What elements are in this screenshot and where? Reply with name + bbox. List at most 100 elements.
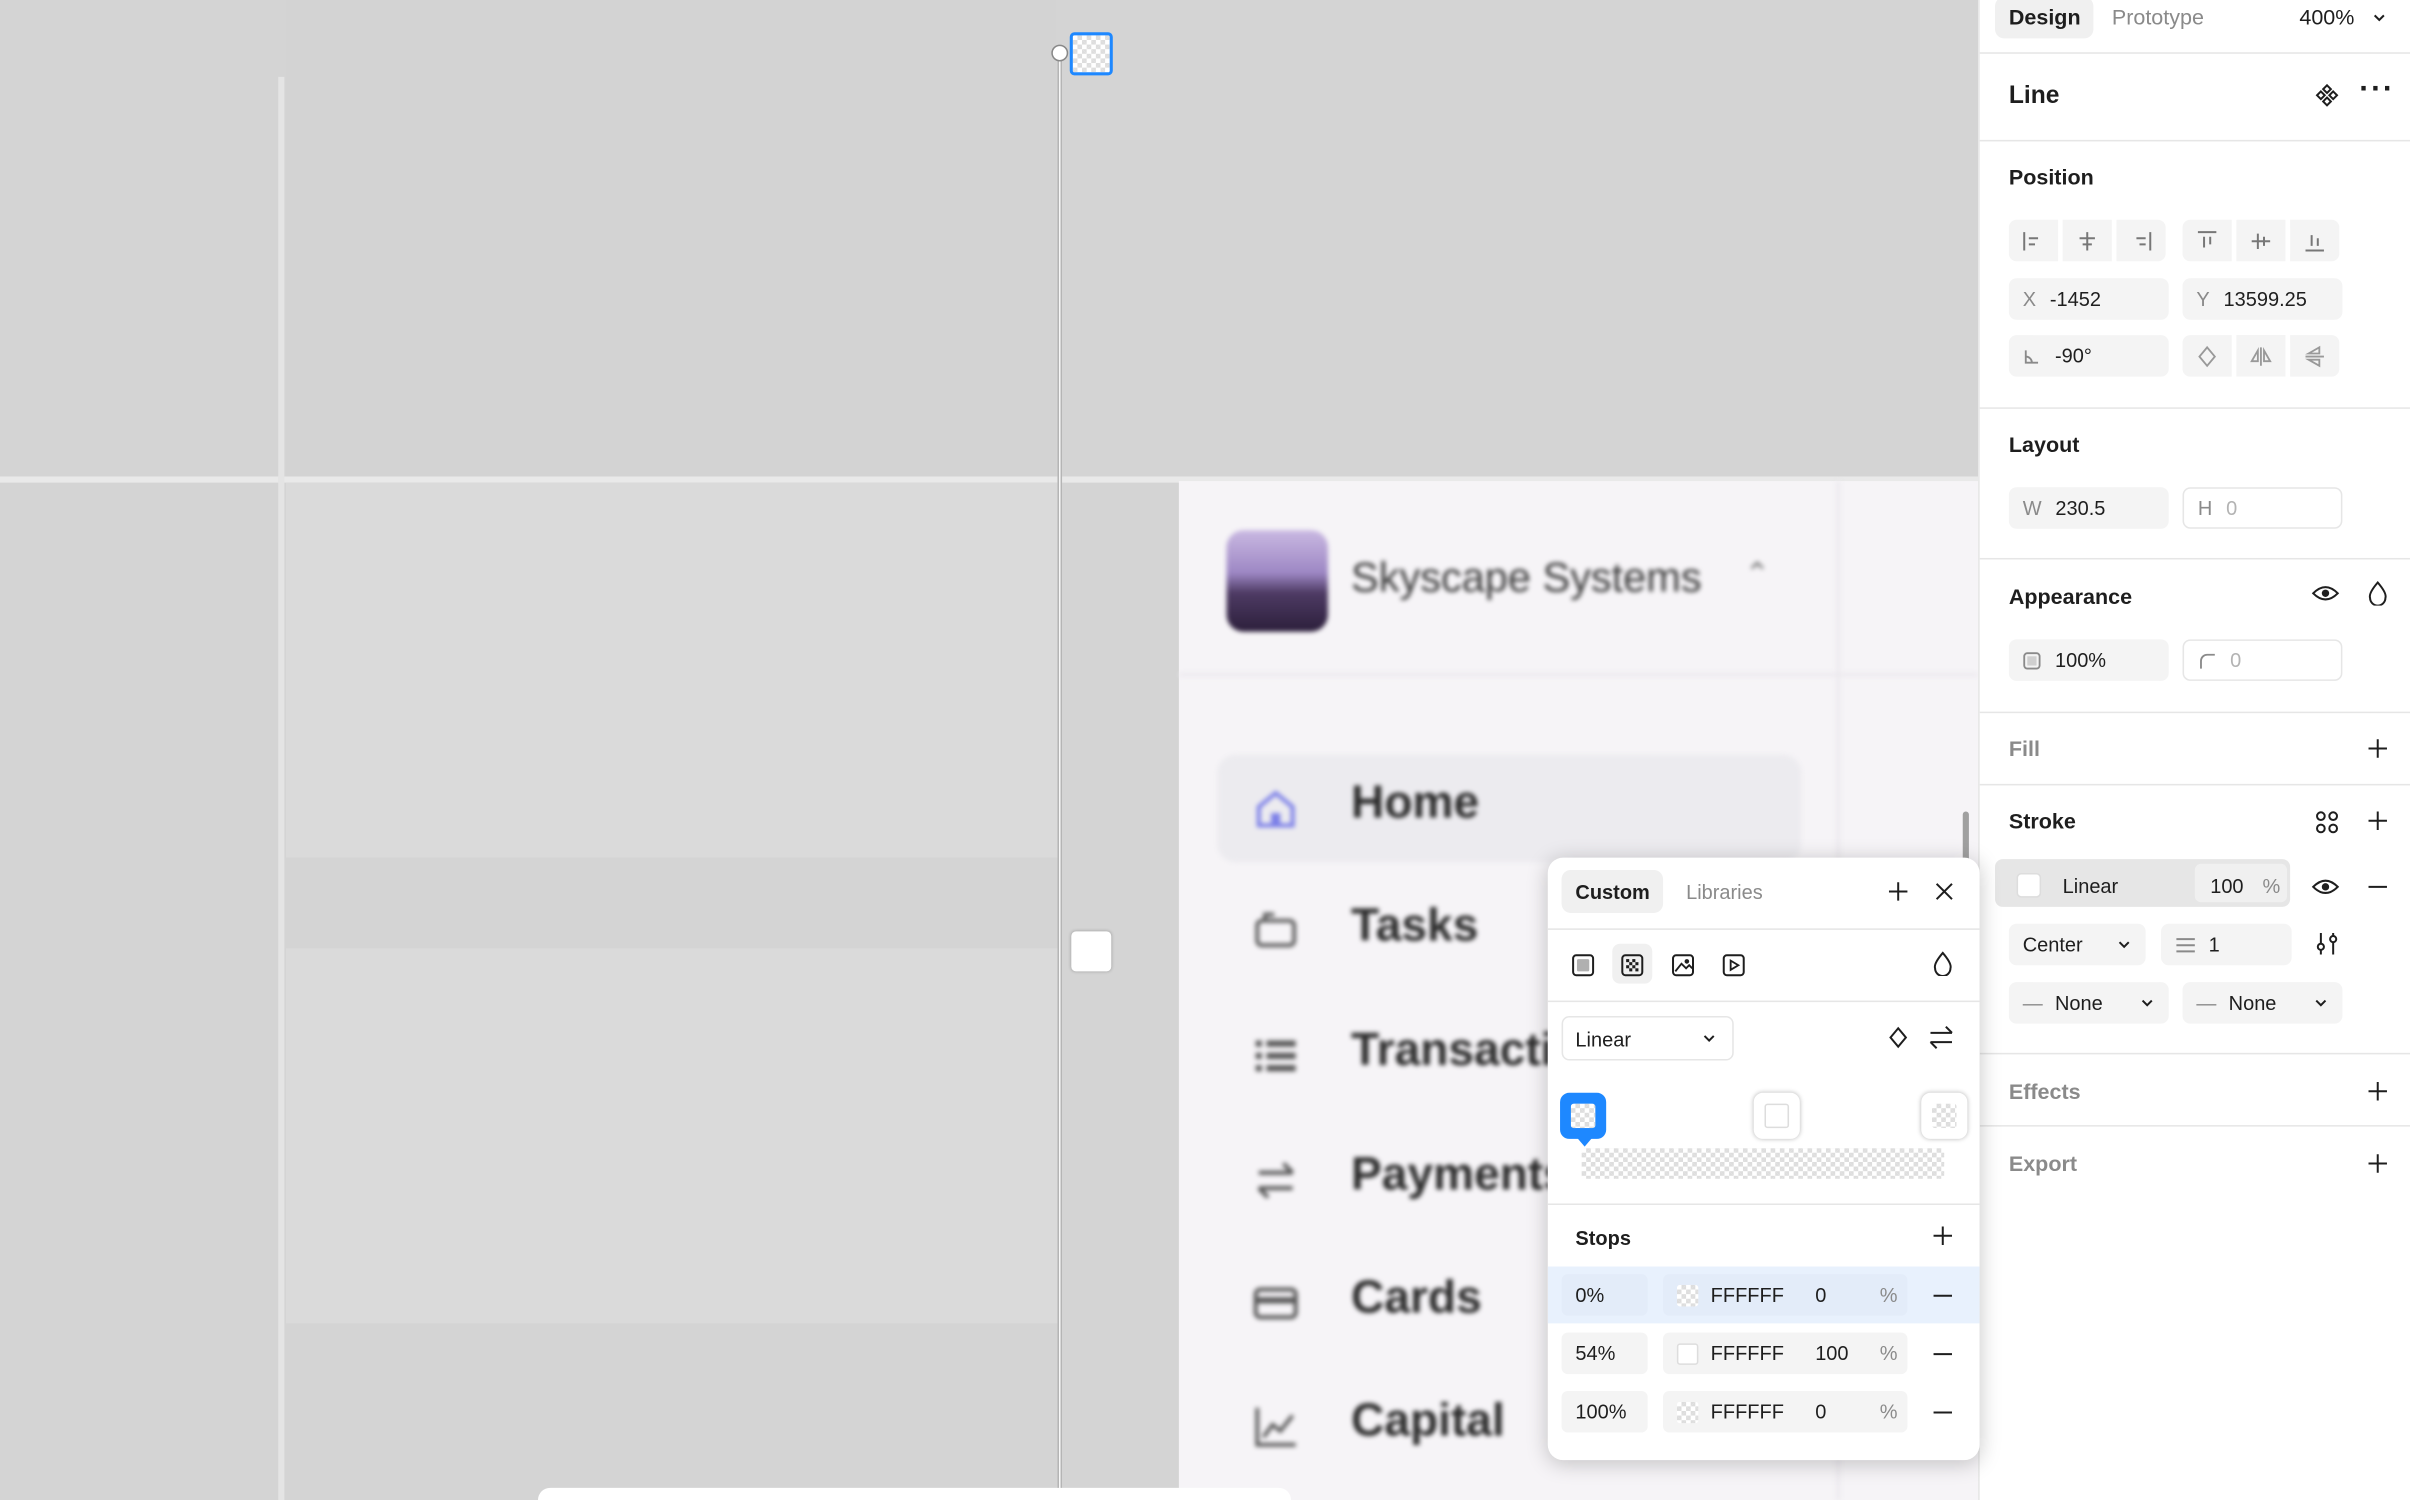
stop-color-field[interactable]: FFFFFF 100 % xyxy=(1663,1332,1908,1375)
appearance-title: Appearance xyxy=(2008,584,2133,609)
nav-item-home[interactable]: Home xyxy=(1351,778,1479,830)
add-stop-icon[interactable] xyxy=(1932,1225,1954,1247)
y-field[interactable]: Y 13599.25 xyxy=(2182,278,2343,320)
stop-position-field[interactable]: 54% xyxy=(1561,1332,1648,1375)
stroke-align-select[interactable]: Center xyxy=(2008,923,2146,966)
tab-libraries[interactable]: Libraries xyxy=(1686,881,1763,904)
nav-item-payments[interactable]: Payments xyxy=(1351,1150,1569,1202)
style-library-icon[interactable] xyxy=(2315,810,2340,835)
flip-horizontal-button[interactable] xyxy=(2236,335,2286,377)
stop-row-2[interactable]: 100% FFFFFF 0 % xyxy=(1548,1383,1980,1440)
nav-item-transactions[interactable]: Transacti xyxy=(1351,1025,1553,1077)
align-center-h-button[interactable] xyxy=(2062,219,2112,262)
stroke-title: Stroke xyxy=(2008,808,2076,834)
appearance-section: Appearance 100% 0 xyxy=(1979,559,2410,714)
stop-hex: FFFFFF xyxy=(1710,1400,1784,1424)
gradient-stop-1[interactable] xyxy=(1753,1092,1800,1139)
solid-paint-icon[interactable] xyxy=(1571,953,1596,978)
gradient-type-value: Linear xyxy=(1575,1028,1631,1052)
x-field[interactable]: X -1452 xyxy=(2008,278,2169,320)
stroke-eye-icon[interactable] xyxy=(2311,876,2340,898)
gradient-mid-handle[interactable] xyxy=(1071,931,1112,972)
flip-gradient-icon[interactable] xyxy=(1927,1025,1955,1050)
more-options-icon[interactable]: ··· xyxy=(2359,72,2394,107)
stroke-swatch[interactable] xyxy=(2016,873,2042,898)
eye-icon[interactable] xyxy=(2311,583,2340,605)
add-stroke-icon[interactable] xyxy=(2367,810,2389,832)
remove-stroke-icon[interactable] xyxy=(2367,876,2389,898)
opacity-field[interactable]: 100% xyxy=(2008,639,2169,681)
stop-color-field[interactable]: FFFFFF 0 % xyxy=(1663,1390,1908,1433)
start-cap-select[interactable]: — None xyxy=(2008,982,2169,1024)
blend-mode-icon[interactable] xyxy=(1932,951,1954,976)
rotate-gradient-icon[interactable] xyxy=(1887,1025,1909,1050)
remove-stop-icon[interactable] xyxy=(1932,1343,1954,1365)
zoom-chevron-icon[interactable] xyxy=(2372,11,2387,26)
stop-swatch[interactable] xyxy=(1676,1400,1699,1423)
stop-swatch[interactable] xyxy=(1676,1284,1699,1306)
remove-stop-icon[interactable] xyxy=(1932,1402,1954,1424)
add-icon[interactable] xyxy=(1887,881,1909,903)
align-bottom-button[interactable] xyxy=(2290,219,2340,262)
align-middle-v-button[interactable] xyxy=(2236,219,2286,262)
component-icon[interactable] xyxy=(2315,83,2340,108)
align-right-button[interactable] xyxy=(2116,219,2166,262)
gradient-start-handle[interactable] xyxy=(1069,32,1113,76)
stop-position-field[interactable]: 100% xyxy=(1561,1390,1648,1433)
add-export-icon[interactable] xyxy=(2367,1153,2389,1175)
properties-panel: Design Prototype 400% Line ··· Position … xyxy=(1978,0,2410,1500)
tab-prototype[interactable]: Prototype xyxy=(2112,5,2204,30)
home-icon xyxy=(1256,790,1295,828)
stop-row-1[interactable]: 54% FFFFFF 100 % xyxy=(1548,1325,1980,1382)
layer-header: Line ··· xyxy=(1979,54,2410,142)
rotation-field[interactable]: -90° xyxy=(2008,335,2169,377)
selected-line[interactable] xyxy=(1057,53,1063,1500)
blend-mode-icon[interactable] xyxy=(2367,580,2389,606)
scrollbar-thumb[interactable] xyxy=(1962,811,1969,861)
nav-item-capital[interactable]: Capital xyxy=(1351,1396,1505,1448)
nav-item-tasks[interactable]: Tasks xyxy=(1351,901,1478,953)
zoom-level[interactable]: 400% xyxy=(2299,5,2354,30)
align-top-button[interactable] xyxy=(2182,219,2232,262)
image-paint-icon[interactable] xyxy=(1671,953,1696,978)
stop-hex: FFFFFF xyxy=(1710,1341,1784,1365)
stroke-settings-icon[interactable] xyxy=(2315,931,2340,956)
corner-radius-field[interactable]: 0 xyxy=(2182,639,2343,681)
flip-vertical-button[interactable] xyxy=(2290,335,2340,377)
picker-divider xyxy=(1547,1000,1980,1003)
stop-position-field[interactable]: 0% xyxy=(1561,1274,1648,1316)
picker-divider xyxy=(1547,1203,1980,1206)
stop-swatch[interactable] xyxy=(1676,1342,1699,1365)
add-fill-icon[interactable] xyxy=(2367,738,2389,760)
stroke-weight-field[interactable]: 1 xyxy=(2161,923,2292,966)
stroke-opacity[interactable]: 100 xyxy=(2210,875,2243,898)
stroke-weight-value: 1 xyxy=(2208,932,2220,957)
add-effect-icon[interactable] xyxy=(2367,1081,2389,1103)
tab-design[interactable]: Design xyxy=(2009,5,2081,30)
remove-stop-icon[interactable] xyxy=(1932,1285,1954,1307)
w-value: 230.5 xyxy=(2055,496,2106,520)
effects-section: Effects xyxy=(1979,1054,2410,1127)
brand-logo xyxy=(1226,530,1328,632)
gradient-track[interactable] xyxy=(1581,1148,1945,1179)
height-field[interactable]: H0 xyxy=(2182,487,2343,529)
stroke-paint-type[interactable]: Linear xyxy=(2063,875,2119,898)
width-field[interactable]: W 230.5 xyxy=(2008,487,2169,529)
chevron-down-icon xyxy=(2141,999,2153,1006)
line-endpoint-handle[interactable] xyxy=(1051,44,1069,62)
gradient-paint-icon[interactable] xyxy=(1620,953,1645,978)
dash-icon: — xyxy=(2022,991,2043,1015)
rotate-90-button[interactable] xyxy=(2182,335,2232,377)
gradient-stop-0[interactable] xyxy=(1560,1092,1607,1139)
end-cap-select[interactable]: — None xyxy=(2182,982,2343,1024)
nav-item-home-bg xyxy=(1217,754,1802,863)
stop-color-field[interactable]: FFFFFF 0 % xyxy=(1663,1274,1908,1316)
tab-custom[interactable]: Custom xyxy=(1575,881,1649,904)
gradient-stop-2[interactable] xyxy=(1921,1092,1968,1139)
close-icon[interactable] xyxy=(1934,881,1956,903)
stop-row-0[interactable]: 0% FFFFFF 0 % xyxy=(1547,1266,1980,1324)
video-paint-icon[interactable] xyxy=(1721,953,1746,978)
opacity-value: 100% xyxy=(2054,648,2107,672)
align-left-button[interactable] xyxy=(2008,219,2059,262)
nav-item-cards[interactable]: Cards xyxy=(1351,1273,1482,1325)
